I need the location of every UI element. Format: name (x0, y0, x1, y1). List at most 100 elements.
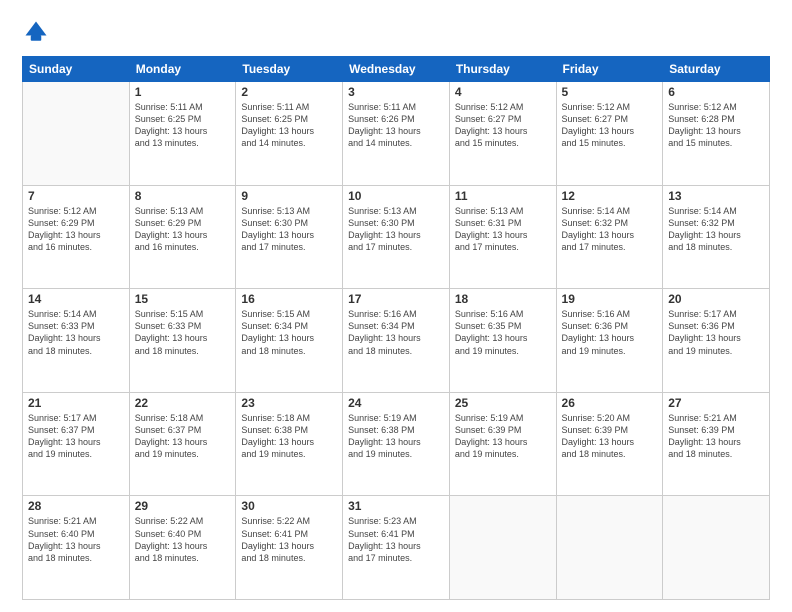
calendar-cell: 9Sunrise: 5:13 AM Sunset: 6:30 PM Daylig… (236, 185, 343, 289)
day-number: 26 (562, 396, 658, 410)
calendar-cell: 12 Sunrise: 5:14 AM Sunset: 6:32 PM Dayli… (556, 185, 663, 289)
calendar-cell: 11 Sunrise: 5:13 AM Sunset: 6:31 PM Dayli… (449, 185, 556, 289)
day-detail: Sunrise: 5:12 AM Sunset: 6:27 PM Dayligh… (562, 101, 658, 150)
calendar-cell: 8Sunrise: 5:13 AM Sunset: 6:29 PM Daylig… (129, 185, 236, 289)
week-row-4: 21 Sunrise: 5:17 AM Sunset: 6:37 PM Dayli… (23, 392, 770, 496)
calendar-cell: 21 Sunrise: 5:17 AM Sunset: 6:37 PM Dayli… (23, 392, 130, 496)
day-detail: Sunrise: 5:22 AM Sunset: 6:40 PM Dayligh… (135, 515, 231, 564)
calendar-cell: 15 Sunrise: 5:15 AM Sunset: 6:33 PM Dayli… (129, 289, 236, 393)
day-number: 5 (562, 85, 658, 99)
week-row-1: 1 Sunrise: 5:11 AM Sunset: 6:25 PM Daylig… (23, 82, 770, 186)
header-monday: Monday (129, 57, 236, 82)
calendar-cell: 26 Sunrise: 5:20 AM Sunset: 6:39 PM Dayli… (556, 392, 663, 496)
calendar-cell: 30 Sunrise: 5:22 AM Sunset: 6:41 PM Dayli… (236, 496, 343, 600)
day-number: 20 (668, 292, 764, 306)
day-detail: Sunrise: 5:16 AM Sunset: 6:36 PM Dayligh… (562, 308, 658, 357)
day-detail: Sunrise: 5:11 AM Sunset: 6:25 PM Dayligh… (241, 101, 337, 150)
day-detail: Sunrise: 5:18 AM Sunset: 6:37 PM Dayligh… (135, 412, 231, 461)
calendar-cell: 6 Sunrise: 5:12 AM Sunset: 6:28 PM Daylig… (663, 82, 770, 186)
day-number: 29 (135, 499, 231, 513)
day-detail: Sunrise: 5:19 AM Sunset: 6:38 PM Dayligh… (348, 412, 444, 461)
day-detail: Sunrise: 5:16 AM Sunset: 6:34 PM Dayligh… (348, 308, 444, 357)
calendar-cell: 1 Sunrise: 5:11 AM Sunset: 6:25 PM Daylig… (129, 82, 236, 186)
calendar-cell: 23 Sunrise: 5:18 AM Sunset: 6:38 PM Dayli… (236, 392, 343, 496)
calendar-cell: 3 Sunrise: 5:11 AM Sunset: 6:26 PM Daylig… (343, 82, 450, 186)
day-detail: Sunrise: 5:20 AM Sunset: 6:39 PM Dayligh… (562, 412, 658, 461)
day-detail: Sunrise: 5:22 AM Sunset: 6:41 PM Dayligh… (241, 515, 337, 564)
day-detail: Sunrise: 5:11 AM Sunset: 6:26 PM Dayligh… (348, 101, 444, 150)
day-number: 15 (135, 292, 231, 306)
day-number: 22 (135, 396, 231, 410)
day-detail: Sunrise: 5:11 AM Sunset: 6:25 PM Dayligh… (135, 101, 231, 150)
calendar-cell: 29 Sunrise: 5:22 AM Sunset: 6:40 PM Dayli… (129, 496, 236, 600)
day-detail: Sunrise: 5:14 AM Sunset: 6:32 PM Dayligh… (562, 205, 658, 254)
day-number: 3 (348, 85, 444, 99)
day-detail: Sunrise: 5:18 AM Sunset: 6:38 PM Dayligh… (241, 412, 337, 461)
day-number: 13 (668, 189, 764, 203)
calendar-cell: 14Sunrise: 5:14 AM Sunset: 6:33 PM Dayli… (23, 289, 130, 393)
calendar-cell: 4 Sunrise: 5:12 AM Sunset: 6:27 PM Daylig… (449, 82, 556, 186)
calendar-cell (663, 496, 770, 600)
day-detail: Sunrise: 5:15 AM Sunset: 6:33 PM Dayligh… (135, 308, 231, 357)
page: Sunday Monday Tuesday Wednesday Thursday… (0, 0, 792, 612)
day-detail: Sunrise: 5:15 AM Sunset: 6:34 PM Dayligh… (241, 308, 337, 357)
header-wednesday: Wednesday (343, 57, 450, 82)
day-number: 17 (348, 292, 444, 306)
day-number: 30 (241, 499, 337, 513)
day-detail: Sunrise: 5:21 AM Sunset: 6:39 PM Dayligh… (668, 412, 764, 461)
header-tuesday: Tuesday (236, 57, 343, 82)
day-detail: Sunrise: 5:16 AM Sunset: 6:35 PM Dayligh… (455, 308, 551, 357)
day-number: 25 (455, 396, 551, 410)
day-number: 23 (241, 396, 337, 410)
calendar-cell: 18 Sunrise: 5:16 AM Sunset: 6:35 PM Dayli… (449, 289, 556, 393)
calendar-cell: 2 Sunrise: 5:11 AM Sunset: 6:25 PM Daylig… (236, 82, 343, 186)
calendar-cell: 27 Sunrise: 5:21 AM Sunset: 6:39 PM Dayli… (663, 392, 770, 496)
calendar-cell (23, 82, 130, 186)
day-number: 4 (455, 85, 551, 99)
logo-icon (22, 18, 50, 46)
calendar-cell: 20 Sunrise: 5:17 AM Sunset: 6:36 PM Dayli… (663, 289, 770, 393)
calendar-cell: 24 Sunrise: 5:19 AM Sunset: 6:38 PM Dayli… (343, 392, 450, 496)
calendar-cell: 19 Sunrise: 5:16 AM Sunset: 6:36 PM Dayli… (556, 289, 663, 393)
day-number: 18 (455, 292, 551, 306)
day-detail: Sunrise: 5:12 AM Sunset: 6:27 PM Dayligh… (455, 101, 551, 150)
day-detail: Sunrise: 5:17 AM Sunset: 6:37 PM Dayligh… (28, 412, 124, 461)
calendar-body: 1 Sunrise: 5:11 AM Sunset: 6:25 PM Daylig… (23, 82, 770, 600)
day-number: 19 (562, 292, 658, 306)
day-detail: Sunrise: 5:12 AM Sunset: 6:28 PM Dayligh… (668, 101, 764, 150)
day-number: 24 (348, 396, 444, 410)
day-detail: Sunrise: 5:23 AM Sunset: 6:41 PM Dayligh… (348, 515, 444, 564)
calendar-cell: 17 Sunrise: 5:16 AM Sunset: 6:34 PM Dayli… (343, 289, 450, 393)
calendar-cell: 25 Sunrise: 5:19 AM Sunset: 6:39 PM Dayli… (449, 392, 556, 496)
day-detail: Sunrise: 5:12 AM Sunset: 6:29 PM Dayligh… (28, 205, 124, 254)
calendar-cell: 7 Sunrise: 5:12 AM Sunset: 6:29 PM Daylig… (23, 185, 130, 289)
calendar-cell: 31 Sunrise: 5:23 AM Sunset: 6:41 PM Dayli… (343, 496, 450, 600)
day-number: 21 (28, 396, 124, 410)
day-number: 2 (241, 85, 337, 99)
header (22, 18, 770, 46)
calendar-cell (556, 496, 663, 600)
day-number: 12 (562, 189, 658, 203)
day-detail: Sunrise: 5:13 AM Sunset: 6:31 PM Dayligh… (455, 205, 551, 254)
calendar-cell: 5 Sunrise: 5:12 AM Sunset: 6:27 PM Daylig… (556, 82, 663, 186)
day-number: 7 (28, 189, 124, 203)
day-number: 6 (668, 85, 764, 99)
header-sunday: Sunday (23, 57, 130, 82)
day-number: 28 (28, 499, 124, 513)
day-detail: Sunrise: 5:19 AM Sunset: 6:39 PM Dayligh… (455, 412, 551, 461)
day-number: 1 (135, 85, 231, 99)
day-number: 11 (455, 189, 551, 203)
calendar-cell: 13Sunrise: 5:14 AM Sunset: 6:32 PM Dayli… (663, 185, 770, 289)
week-row-5: 28 Sunrise: 5:21 AM Sunset: 6:40 PM Dayli… (23, 496, 770, 600)
logo (22, 18, 54, 46)
header-saturday: Saturday (663, 57, 770, 82)
day-number: 27 (668, 396, 764, 410)
week-row-2: 7 Sunrise: 5:12 AM Sunset: 6:29 PM Daylig… (23, 185, 770, 289)
day-detail: Sunrise: 5:14 AM Sunset: 6:33 PM Dayligh… (28, 308, 124, 357)
day-detail: Sunrise: 5:21 AM Sunset: 6:40 PM Dayligh… (28, 515, 124, 564)
calendar-cell: 28 Sunrise: 5:21 AM Sunset: 6:40 PM Dayli… (23, 496, 130, 600)
day-detail: Sunrise: 5:17 AM Sunset: 6:36 PM Dayligh… (668, 308, 764, 357)
day-number: 8 (135, 189, 231, 203)
weekday-header-row: Sunday Monday Tuesday Wednesday Thursday… (23, 57, 770, 82)
day-number: 31 (348, 499, 444, 513)
